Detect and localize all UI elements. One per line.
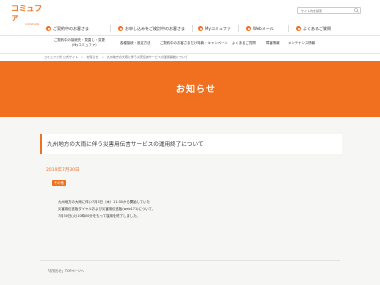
- nav-webmail[interactable]: Webメール: [246, 24, 274, 33]
- category-badge: その他: [52, 180, 66, 186]
- nav-label: お申し込みをご検討中のお客さま: [125, 25, 185, 31]
- commufa-logo[interactable]: コミュファ commufa: [11, 4, 47, 26]
- subnav-label: 各種接続・設定方法: [120, 41, 151, 45]
- breadcrumb-news[interactable]: お知らせ: [86, 55, 98, 59]
- divider: [238, 25, 239, 32]
- mail-icon: [246, 26, 251, 31]
- article-body: 九州地方の大雨に伴い7月3日（木）11:30から開始していた 災害用伝言板ダイヤ…: [58, 199, 178, 220]
- user-icon: [198, 26, 203, 31]
- nav-label: よくあるご質問: [303, 25, 331, 31]
- search-box: [297, 7, 361, 14]
- secondary-nav: ご契約中の接続先・見直し・変更 (Myコミュファ) 各種接続・設定方法 ご契約中…: [40, 38, 360, 50]
- nav-faq[interactable]: よくあるご質問: [296, 24, 331, 33]
- article-title: 九州地方の大雨に伴う災害用伝言サービスの運用終了について: [47, 142, 204, 148]
- question-icon: [296, 26, 301, 31]
- breadcrumb-separator: >: [80, 55, 84, 59]
- chevron-right-icon: [118, 26, 123, 31]
- breadcrumb-separator: >: [101, 55, 104, 59]
- search-input[interactable]: [298, 8, 355, 14]
- subnav-campaigns[interactable]: ご契約中のお客さまだけ特典・キャンペーン: [160, 41, 228, 46]
- article-date: 2019年7月30日: [46, 168, 80, 173]
- nav-my-commufa[interactable]: Myコミュファ: [198, 24, 231, 33]
- subnav-contract-changes[interactable]: ご契約中の接続先・見直し・変更 (Myコミュファ): [54, 38, 105, 47]
- page-banner: お知らせ: [0, 61, 380, 117]
- divider: [0, 35, 380, 36]
- breadcrumb-home[interactable]: コミュファ光 公式サイト: [44, 55, 78, 59]
- divider: [192, 25, 193, 32]
- subnav-label: よくあるご質問: [232, 41, 256, 45]
- chevron-right-icon: [46, 26, 51, 31]
- subnav-label: ご契約中の接続先・見直し・変更: [54, 38, 105, 42]
- divider: [110, 25, 111, 32]
- logo-main-text: コミュファ: [11, 4, 42, 22]
- subnav-label: 障害情報: [266, 41, 280, 45]
- page-title: お知らせ: [176, 85, 216, 95]
- breadcrumb-current: 九州地方の大雨に伴う災害伝言サービスの運用開始について: [106, 55, 188, 59]
- divider: [0, 53, 380, 54]
- subnav-label: ご契約中のお客さまだけ特典・キャンペーン: [160, 41, 228, 45]
- news-top-link[interactable]: 「お知らせ」TOPページへ: [46, 268, 84, 273]
- body-line: 九州地方の大雨に伴い7月3日（木）11:30から開始していた: [58, 200, 150, 204]
- divider: [40, 260, 340, 261]
- body-line: 7月30日(火)10時00分をもって運用を終了しました。: [58, 214, 140, 218]
- divider: [288, 25, 289, 32]
- nav-label: Webメール: [253, 25, 274, 31]
- subnav-faq[interactable]: よくあるご質問: [232, 41, 256, 46]
- subnav-outage-info[interactable]: 障害情報: [266, 41, 280, 46]
- subnav-label: メンテナンス情報: [288, 41, 316, 45]
- search-icon[interactable]: [354, 8, 359, 13]
- subnav-connection-settings[interactable]: 各種接続・設定方法: [120, 41, 151, 46]
- breadcrumb: コミュファ光 公式サイト > お知らせ > 九州地方の大雨に伴う災害伝言サービス…: [44, 55, 190, 59]
- article-title-box: 九州地方の大雨に伴う災害用伝言サービスの運用終了について: [40, 134, 342, 154]
- site-header: コミュファ commufa: [0, 0, 380, 26]
- subnav-sublabel: (Myコミュファ): [72, 42, 97, 47]
- subnav-maintenance-info[interactable]: メンテナンス情報: [288, 41, 315, 46]
- nav-label: Myコミュファ: [205, 25, 231, 31]
- primary-nav: ご契約中のお客さま お申し込みをご検討中のお客さま Myコミュファ Webメール…: [40, 24, 360, 34]
- nav-label: ご契約中のお客さま: [53, 25, 89, 31]
- page: コミュファ commufa ご契約中のお客さま お申し込みをご検討中のお客さま …: [0, 0, 380, 285]
- nav-current-customers[interactable]: ご契約中のお客さま: [46, 24, 89, 33]
- body-line: 災害用伝言板ダイヤルおよび災害用伝言板(web171)について、: [58, 207, 156, 211]
- nav-prospective-customers[interactable]: お申し込みをご検討中のお客さま: [118, 24, 185, 33]
